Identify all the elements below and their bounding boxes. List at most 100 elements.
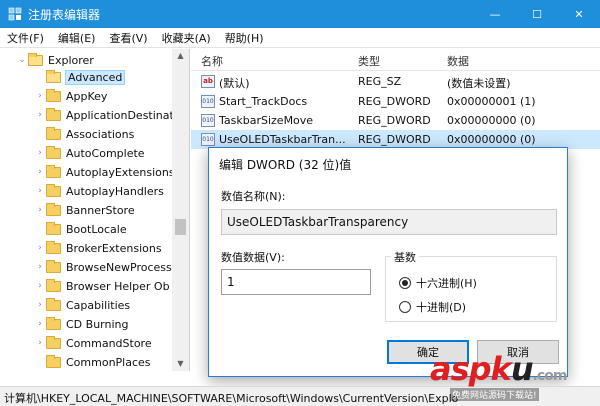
folder-icon — [46, 278, 61, 292]
folder-icon — [46, 297, 61, 311]
folder-icon — [46, 335, 61, 349]
chevron-right-icon[interactable]: › — [34, 205, 46, 215]
chevron-right-icon[interactable]: › — [34, 281, 46, 291]
list-row[interactable]: 010 TaskbarSizeMove REG_DWORD 0x00000000… — [191, 111, 600, 130]
value-name: Start_TrackDocs — [219, 95, 308, 108]
value-data: (数值未设置) — [447, 77, 511, 90]
close-button[interactable]: ✕ — [558, 0, 600, 28]
tree-item-label: Capabilities — [66, 298, 131, 312]
folder-icon — [46, 145, 61, 159]
tree-item-label: CommonPlaces — [66, 355, 151, 369]
chevron-right-icon[interactable]: › — [34, 110, 46, 120]
menu-edit[interactable]: 编辑(E) — [51, 30, 103, 46]
value-name: UseOLEDTaskbarTran... — [219, 133, 346, 146]
maximize-button[interactable]: ☐ — [516, 0, 558, 28]
chevron-right-icon[interactable]: › — [34, 262, 46, 272]
column-header-data[interactable]: 数据 — [447, 53, 469, 69]
radio-decimal[interactable]: 十进制(D) — [399, 299, 466, 315]
tree-item[interactable]: › Browser Helper Ob — [34, 277, 170, 295]
tree-item[interactable]: CommonPlaces — [34, 353, 151, 371]
window-title: 注册表编辑器 — [28, 7, 101, 22]
folder-icon — [46, 240, 61, 254]
value-name-label: 数值名称(N): — [221, 190, 286, 203]
list-row[interactable]: 010 Start_TrackDocs REG_DWORD 0x00000001… — [191, 92, 600, 111]
radio-hex-label: 十六进制(H) — [416, 277, 477, 290]
tree-item-label: BrowseNewProcess — [66, 260, 172, 274]
tree-item-label: ApplicationDestinat — [66, 108, 174, 122]
tree-item-label: AutoComplete — [66, 146, 145, 160]
chevron-right-icon[interactable]: › — [34, 148, 46, 158]
value-name-field[interactable]: UseOLEDTaskbarTransparency — [221, 209, 557, 235]
string-value-icon: ab — [201, 75, 215, 88]
chevron-right-icon[interactable]: › — [34, 186, 46, 196]
scroll-thumb[interactable] — [175, 219, 186, 235]
dialog-title: 编辑 DWORD (32 位)值 — [219, 158, 352, 172]
tree-item[interactable]: › ApplicationDestinat — [34, 106, 174, 124]
chevron-right-icon[interactable]: › — [34, 243, 46, 253]
title-bar: 注册表编辑器 — ☐ ✕ — [0, 0, 600, 28]
folder-icon — [46, 88, 61, 102]
tree-item[interactable]: › Capabilities — [34, 296, 130, 314]
folder-icon — [46, 107, 61, 121]
list-header: 名称 类型 数据 — [191, 49, 600, 71]
tree-item-label: CommandStore — [66, 336, 152, 350]
chevron-right-icon[interactable]: › — [34, 91, 46, 101]
menu-help[interactable]: 帮助(H) — [218, 30, 271, 46]
chevron-right-icon[interactable]: › — [34, 319, 46, 329]
tree-item[interactable]: › AppKey — [34, 87, 107, 105]
aspku-watermark: aspku.com 免费网站源码下载站! — [430, 350, 598, 402]
menu-view[interactable]: 查看(V) — [102, 30, 154, 46]
tree-item-advanced[interactable]: Advanced — [34, 68, 126, 86]
folder-icon — [46, 202, 61, 216]
folder-icon — [46, 183, 61, 197]
regedit-icon — [8, 7, 22, 21]
value-data: 0x00000000 (0) — [447, 114, 536, 127]
list-row[interactable]: ab (默认) REG_SZ (数值未设置) — [191, 72, 600, 91]
tree-item-label: AppKey — [66, 89, 108, 103]
tree-item-label: CD Burning — [66, 317, 129, 331]
watermark-subtitle: 免费网站源码下载站! — [450, 388, 539, 401]
tree-item-label: Explorer — [48, 53, 94, 67]
registry-tree[interactable]: ⌄ Explorer Advanced › AppKey › Applicati… — [0, 49, 190, 371]
menu-bar: 文件(F) 编辑(E) 查看(V) 收藏夹(A) 帮助(H) — [0, 28, 600, 48]
tree-item[interactable]: › CommandStore — [34, 334, 152, 352]
tree-item[interactable]: › AutoplayExtensions — [34, 163, 175, 181]
tree-item[interactable]: › BrowseNewProcess — [34, 258, 172, 276]
chevron-down-icon[interactable]: ⌄ — [16, 55, 28, 65]
tree-item[interactable]: › BrokerExtensions — [34, 239, 162, 257]
folder-icon — [46, 126, 61, 140]
folder-icon — [46, 164, 61, 178]
tree-scrollbar[interactable]: ▲ ▼ — [172, 49, 189, 371]
tree-item-explorer[interactable]: ⌄ Explorer — [16, 51, 94, 69]
value-data: 0x00000001 (1) — [447, 95, 536, 108]
radio-selected-icon[interactable] — [399, 277, 411, 289]
chevron-right-icon[interactable]: › — [34, 167, 46, 177]
value-type: REG_SZ — [358, 75, 402, 88]
column-header-type[interactable]: 类型 — [358, 53, 380, 69]
tree-item[interactable]: › CD Burning — [34, 315, 128, 333]
scroll-down-icon[interactable]: ▼ — [172, 357, 189, 371]
folder-open-icon — [28, 52, 43, 66]
menu-favorites[interactable]: 收藏夹(A) — [155, 30, 218, 46]
menu-file[interactable]: 文件(F) — [0, 30, 51, 46]
tree-item[interactable]: › AutoplayHandlers — [34, 182, 164, 200]
chevron-right-icon[interactable]: › — [34, 338, 46, 348]
radio-unselected-icon[interactable] — [399, 301, 411, 313]
folder-icon — [46, 354, 61, 368]
value-data-input[interactable]: 1 — [221, 269, 371, 295]
folder-icon — [46, 316, 61, 330]
value-type: REG_DWORD — [358, 133, 431, 146]
column-header-name[interactable]: 名称 — [201, 53, 223, 69]
tree-item[interactable]: › AutoComplete — [34, 144, 145, 162]
tree-item[interactable]: Associations — [34, 125, 134, 143]
chevron-right-icon[interactable]: › — [34, 300, 46, 310]
tree-item[interactable]: BootLocale — [34, 220, 127, 238]
watermark-logo: aspku.com — [430, 350, 567, 388]
minimize-button[interactable]: — — [474, 0, 516, 28]
radio-hexadecimal[interactable]: 十六进制(H) — [399, 275, 477, 291]
dword-value-icon: 010 — [201, 133, 215, 146]
folder-icon — [46, 221, 61, 235]
scroll-up-icon[interactable]: ▲ — [172, 49, 189, 63]
dword-value-icon: 010 — [201, 114, 215, 127]
tree-item[interactable]: › BannerStore — [34, 201, 135, 219]
